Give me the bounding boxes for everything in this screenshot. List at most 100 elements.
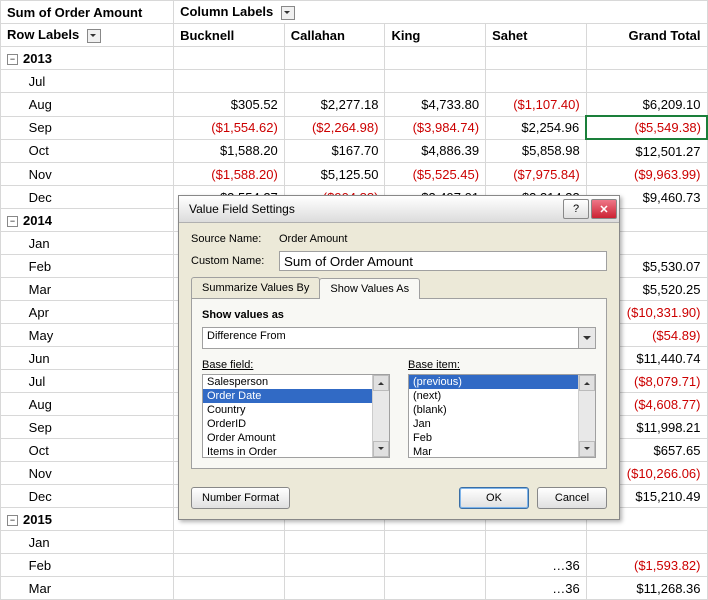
cancel-button[interactable]: Cancel <box>537 487 607 509</box>
list-item[interactable]: Feb <box>409 431 595 445</box>
list-item[interactable]: OrderID <box>203 417 389 431</box>
value-cell[interactable] <box>174 531 285 554</box>
value-cell[interactable]: $5,858.98 <box>486 139 587 163</box>
list-item[interactable]: (blank) <box>409 403 595 417</box>
list-item[interactable]: Jan <box>409 417 595 431</box>
value-cell[interactable]: $11,268.36 <box>586 577 707 600</box>
list-item[interactable]: Order Amount <box>203 431 389 445</box>
chevron-down-icon[interactable] <box>578 328 595 348</box>
column-labels-header[interactable]: Column Labels <box>174 1 707 24</box>
base-item-listbox[interactable]: (previous)(next)(blank)JanFebMar <box>408 374 596 458</box>
list-item[interactable]: (previous) <box>409 375 595 389</box>
list-item[interactable]: Order Date <box>203 389 389 403</box>
month-row[interactable]: Sep <box>1 416 174 439</box>
value-cell[interactable]: …36 <box>486 577 587 600</box>
month-row[interactable]: Jun <box>1 347 174 370</box>
value-cell[interactable] <box>385 554 486 577</box>
value-cell[interactable] <box>586 531 707 554</box>
value-cell[interactable]: ($2,264.98) <box>284 116 385 139</box>
value-cell[interactable]: $6,209.10 <box>586 93 707 117</box>
collapse-icon[interactable]: − <box>7 216 18 227</box>
value-cell[interactable]: $4,733.80 <box>385 93 486 117</box>
column-header[interactable]: Callahan <box>284 24 385 47</box>
scroll-up-icon[interactable] <box>579 375 595 391</box>
list-item[interactable]: Mar <box>409 445 595 458</box>
scrollbar[interactable] <box>578 375 595 457</box>
month-row[interactable]: Aug <box>1 393 174 416</box>
row-filter-icon[interactable] <box>87 29 101 43</box>
list-item[interactable]: Items in Order <box>203 445 389 458</box>
value-cell[interactable] <box>385 70 486 93</box>
month-row[interactable]: Jan <box>1 531 174 554</box>
tab-show-values-as[interactable]: Show Values As <box>319 278 420 299</box>
month-row[interactable]: Jul <box>1 70 174 93</box>
value-cell[interactable] <box>174 577 285 600</box>
value-cell[interactable]: ($5,525.45) <box>385 163 486 186</box>
month-row[interactable]: Nov <box>1 462 174 485</box>
year-group[interactable]: −2013 <box>1 47 174 70</box>
close-button[interactable]: ✕ <box>591 199 617 219</box>
year-group[interactable]: −2015 <box>1 508 174 531</box>
value-cell[interactable]: ($1,107.40) <box>486 93 587 117</box>
value-cell[interactable]: ($1,554.62) <box>174 116 285 139</box>
value-cell[interactable]: $4,886.39 <box>385 139 486 163</box>
value-cell[interactable]: $305.52 <box>174 93 285 117</box>
month-row[interactable]: Oct <box>1 439 174 462</box>
dialog-titlebar[interactable]: Value Field Settings ? ✕ <box>179 196 619 223</box>
ok-button[interactable]: OK <box>459 487 529 509</box>
number-format-button[interactable]: Number Format <box>191 487 290 509</box>
month-row[interactable]: Nov <box>1 163 174 186</box>
tab-summarize-values-by[interactable]: Summarize Values By <box>191 277 320 298</box>
list-item[interactable]: Country <box>203 403 389 417</box>
month-row[interactable]: May <box>1 324 174 347</box>
month-row[interactable]: Feb <box>1 255 174 278</box>
value-cell[interactable] <box>284 531 385 554</box>
year-group[interactable]: −2014 <box>1 209 174 232</box>
help-button[interactable]: ? <box>563 199 589 219</box>
month-row[interactable]: Aug <box>1 93 174 117</box>
value-cell[interactable] <box>284 554 385 577</box>
month-row[interactable]: Jul <box>1 370 174 393</box>
value-cell[interactable]: $2,277.18 <box>284 93 385 117</box>
value-cell[interactable]: $5,125.50 <box>284 163 385 186</box>
value-cell[interactable] <box>174 554 285 577</box>
scrollbar[interactable] <box>372 375 389 457</box>
column-header[interactable]: King <box>385 24 486 47</box>
value-cell[interactable]: ($9,963.99) <box>586 163 707 186</box>
scroll-up-icon[interactable] <box>373 375 389 391</box>
value-cell[interactable] <box>284 70 385 93</box>
column-header[interactable]: Bucknell <box>174 24 285 47</box>
month-row[interactable]: Dec <box>1 485 174 508</box>
value-cell[interactable] <box>586 70 707 93</box>
base-field-listbox[interactable]: SalespersonOrder DateCountryOrderIDOrder… <box>202 374 390 458</box>
value-cell[interactable]: ($7,975.84) <box>486 163 587 186</box>
month-row[interactable]: Mar <box>1 278 174 301</box>
month-row[interactable]: Jan <box>1 232 174 255</box>
column-header[interactable]: Sahet <box>486 24 587 47</box>
custom-name-input[interactable] <box>279 251 607 271</box>
column-filter-icon[interactable] <box>281 6 295 20</box>
value-cell[interactable] <box>284 577 385 600</box>
scroll-down-icon[interactable] <box>579 441 595 457</box>
row-labels-header[interactable]: Row Labels <box>1 24 174 47</box>
value-cell[interactable]: $167.70 <box>284 139 385 163</box>
value-cell[interactable]: ($1,593.82) <box>586 554 707 577</box>
value-cell[interactable] <box>486 70 587 93</box>
value-cell[interactable]: $1,588.20 <box>174 139 285 163</box>
scroll-down-icon[interactable] <box>373 441 389 457</box>
show-values-as-combo[interactable]: Difference From <box>202 327 596 349</box>
value-cell[interactable]: ($1,588.20) <box>174 163 285 186</box>
list-item[interactable]: (next) <box>409 389 595 403</box>
value-cell[interactable]: $2,254.96 <box>486 116 587 139</box>
month-row[interactable]: Apr <box>1 301 174 324</box>
value-cell[interactable]: …36 <box>486 554 587 577</box>
month-row[interactable]: Sep <box>1 116 174 139</box>
collapse-icon[interactable]: − <box>7 515 18 526</box>
list-item[interactable]: Salesperson <box>203 375 389 389</box>
month-row[interactable]: Feb <box>1 554 174 577</box>
month-row[interactable]: Mar <box>1 577 174 600</box>
value-cell[interactable]: $12,501.27 <box>586 139 707 163</box>
column-header[interactable]: Grand Total <box>586 24 707 47</box>
value-cell[interactable]: ($3,984.74) <box>385 116 486 139</box>
value-cell[interactable] <box>385 531 486 554</box>
